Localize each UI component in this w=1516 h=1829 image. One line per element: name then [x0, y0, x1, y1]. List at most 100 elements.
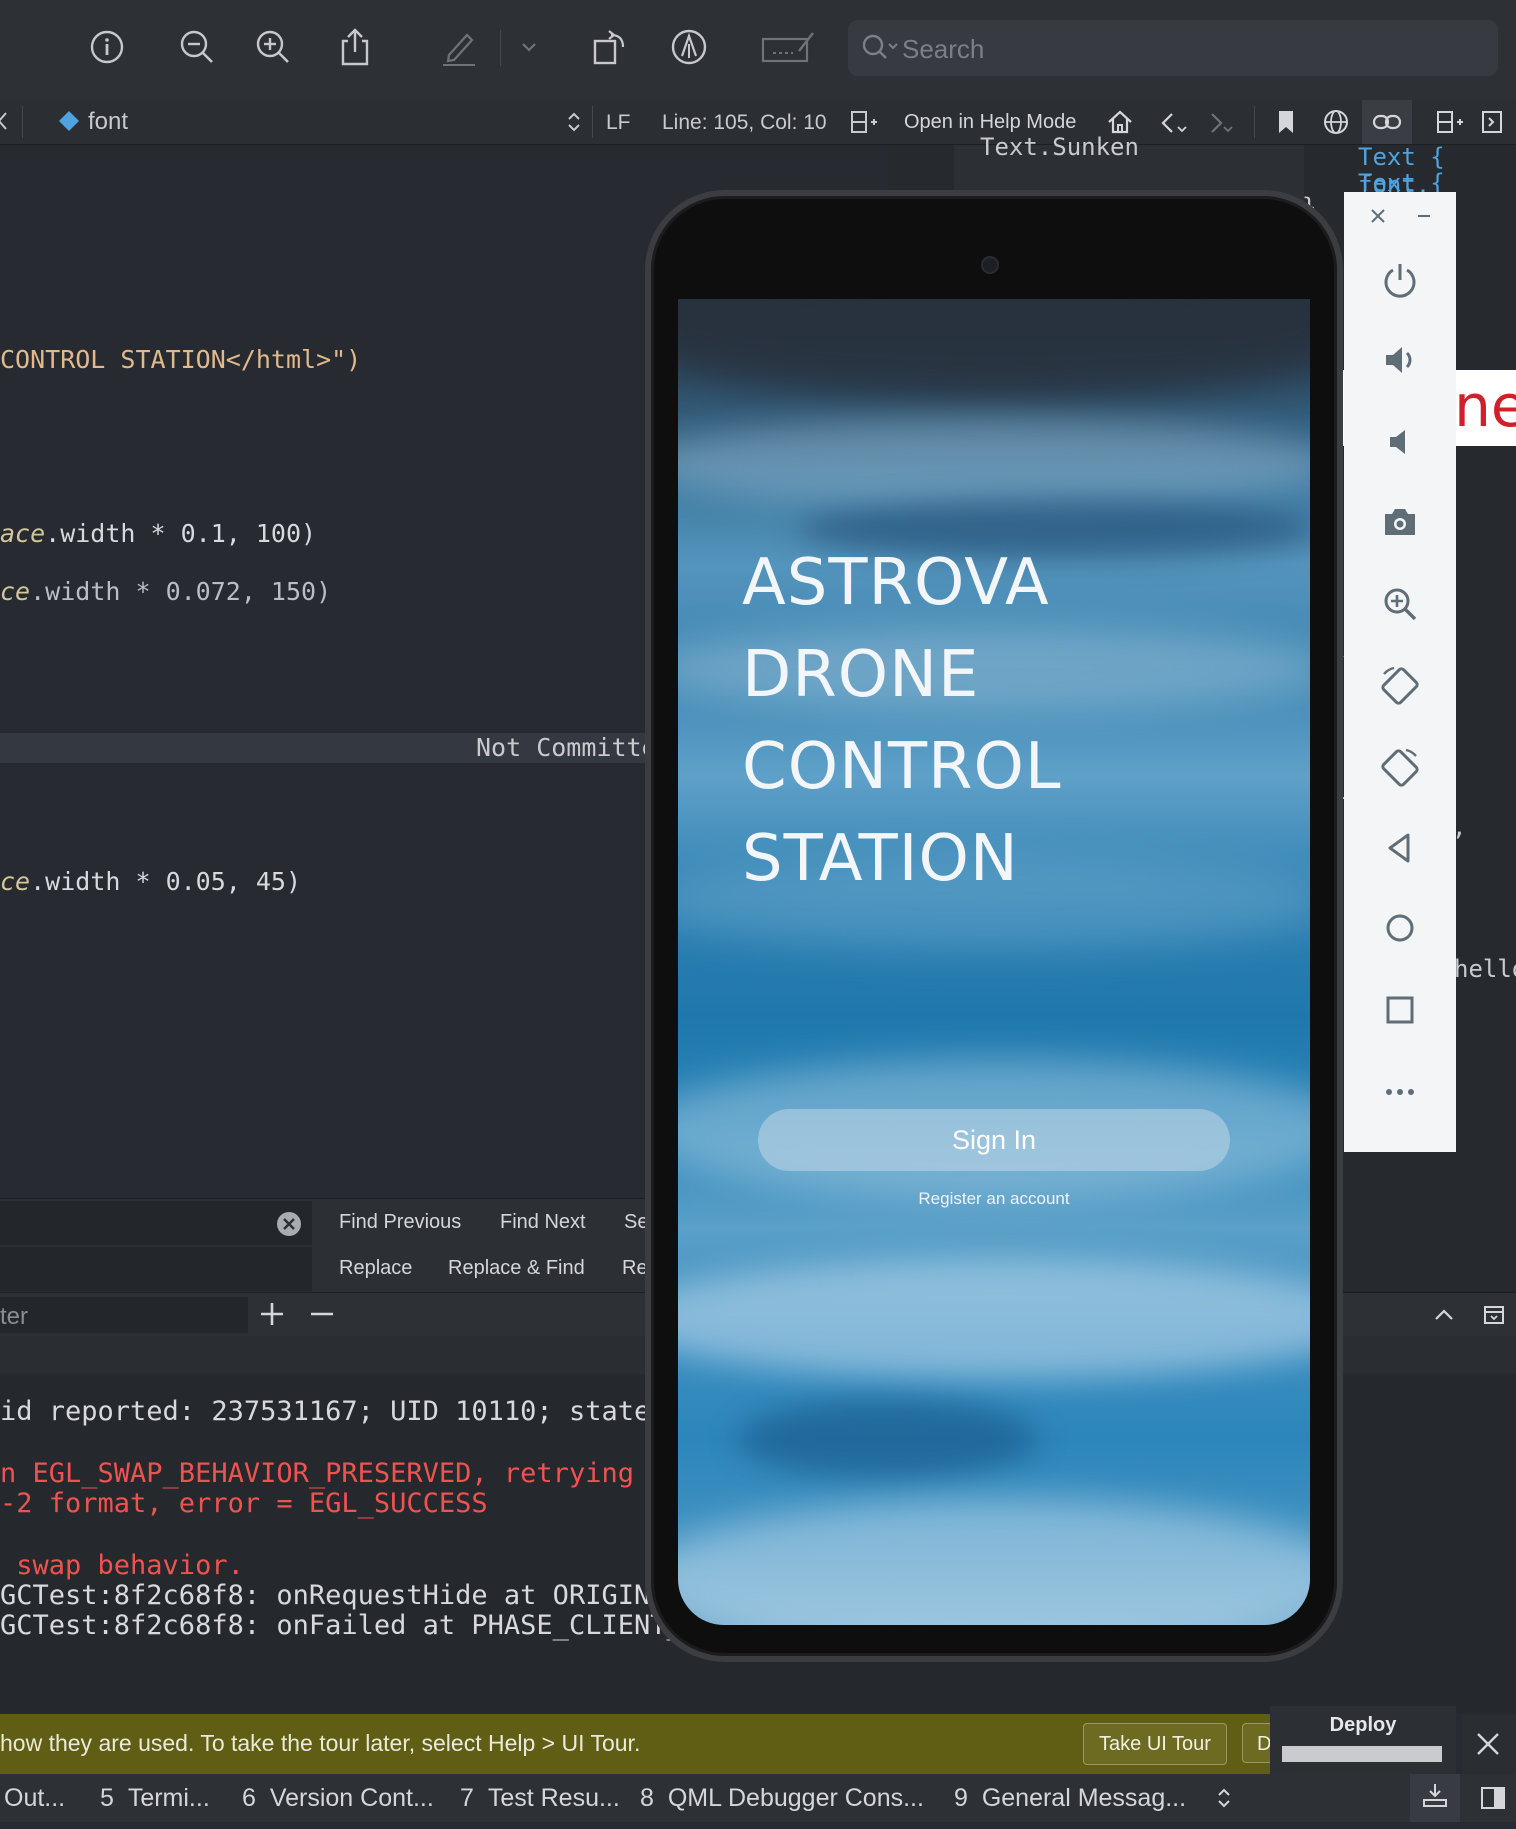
- signature-icon[interactable]: [760, 22, 816, 72]
- sidebar-toggle-icon[interactable]: [1480, 1786, 1506, 1817]
- app-title: ASTROVA DRONE CONTROL STATION: [742, 537, 1062, 905]
- updown-chevron-icon[interactable]: [566, 110, 582, 140]
- zoom-in-icon[interactable]: [248, 22, 298, 72]
- not-committed-label: Not Committe: [476, 733, 657, 762]
- add-icon[interactable]: [258, 1299, 286, 1334]
- filter-input[interactable]: ter: [0, 1297, 248, 1333]
- divider: [592, 106, 593, 138]
- volume-down-icon[interactable]: [1372, 414, 1428, 470]
- line-ending-selector[interactable]: LF: [606, 111, 631, 135]
- code-line: ce.width * 0.072, 150): [0, 577, 331, 606]
- front-camera: [981, 256, 999, 274]
- deploy-progress: Deploy: [1270, 1706, 1456, 1774]
- bookmark-icon[interactable]: [1276, 109, 1296, 141]
- replace-find-button[interactable]: Replace & Find: [448, 1257, 585, 1280]
- zoom-icon[interactable]: [1372, 576, 1428, 632]
- close-sidebar-icon[interactable]: [1480, 109, 1504, 141]
- rotate-right-icon[interactable]: [1372, 740, 1428, 796]
- find-previous-button[interactable]: Find Previous: [339, 1211, 461, 1234]
- globe-icon[interactable]: [1322, 108, 1350, 142]
- forward-icon[interactable]: [1206, 109, 1236, 143]
- current-file-name[interactable]: font: [88, 108, 128, 136]
- link-icon[interactable]: [1362, 100, 1412, 144]
- remove-icon[interactable]: [308, 1299, 336, 1334]
- title-line: DRONE: [742, 638, 980, 712]
- tab-label: Termi...: [127, 1784, 210, 1812]
- close-icon[interactable]: [1368, 206, 1388, 231]
- search-field[interactable]: Search: [848, 20, 1498, 76]
- sign-in-button[interactable]: Sign In: [758, 1109, 1230, 1171]
- back-icon[interactable]: [1158, 109, 1188, 143]
- tab-output[interactable]: Out...: [4, 1784, 65, 1813]
- volume-up-icon[interactable]: [1372, 332, 1428, 388]
- search-placeholder: Search: [902, 34, 985, 64]
- cursor-position[interactable]: Line: 105, Col: 10: [662, 111, 827, 135]
- close-icon: [1474, 1730, 1502, 1763]
- toolbar-divider: [500, 30, 501, 66]
- overview-icon[interactable]: [1372, 982, 1428, 1038]
- find-input[interactable]: [0, 1201, 312, 1245]
- home-icon[interactable]: [1372, 900, 1428, 956]
- tab-general-messages[interactable]: 9 General Messag...: [954, 1784, 1186, 1813]
- file-type-icon: [58, 110, 80, 138]
- markup-icon[interactable]: [434, 22, 484, 72]
- close-banner-button[interactable]: [1462, 1714, 1516, 1774]
- device-screen[interactable]: ASTROVA DRONE CONTROL STATION Sign In Re…: [678, 299, 1310, 1625]
- search-icon: [860, 32, 900, 69]
- replace-input[interactable]: [0, 1247, 312, 1291]
- cloud-shape: [678, 299, 1310, 399]
- android-emulator-device: ASTROVA DRONE CONTROL STATION Sign In Re…: [645, 190, 1343, 1662]
- tab-version-control[interactable]: 6 Version Cont...: [242, 1784, 434, 1813]
- tab-number: 8: [640, 1784, 654, 1812]
- log-line-error: -2 format, error = EGL_SUCCESS: [0, 1488, 488, 1519]
- rotate-left-icon[interactable]: [1372, 658, 1428, 714]
- chevron-down-icon[interactable]: [504, 22, 554, 72]
- annotate-icon[interactable]: [664, 22, 714, 72]
- divider: [22, 106, 23, 138]
- find-replace-bar: Find Previous Find Next Se Replace Repla…: [0, 1198, 650, 1292]
- title-line: STATION: [742, 822, 1019, 896]
- clear-icon[interactable]: [276, 1211, 302, 1242]
- log-line-error: n EGL_SWAP_BEHAVIOR_PRESERVED, retrying …: [0, 1458, 683, 1489]
- rotate-icon[interactable]: [584, 22, 634, 72]
- tab-test-results[interactable]: 7 Test Resu...: [460, 1784, 620, 1813]
- tour-message: how they are used. To take the tour late…: [0, 1730, 641, 1756]
- deploy-progress-bar: [1282, 1746, 1442, 1762]
- cloud-shape: [678, 1259, 1310, 1379]
- code-line: CONTROL STATION</html>"): [0, 345, 361, 374]
- cloud-shape: [678, 419, 1310, 509]
- top-toolbar: Search: [0, 0, 1516, 101]
- split-icon[interactable]: [1436, 109, 1464, 141]
- replace-all-button[interactable]: Re: [622, 1257, 648, 1280]
- log-line: GCTest:8f2c68f8: onRequestHide at ORIGIN…: [0, 1580, 699, 1611]
- tab-terminal[interactable]: 5 Termi...: [100, 1784, 210, 1813]
- maximize-panel-icon[interactable]: [1482, 1303, 1506, 1332]
- progress-toggle-icon[interactable]: [1410, 1774, 1460, 1822]
- tab-label: Out...: [4, 1784, 66, 1812]
- updown-chevron-icon[interactable]: [1216, 1786, 1232, 1817]
- more-icon[interactable]: [1372, 1064, 1428, 1120]
- tab-number: 7: [460, 1784, 474, 1812]
- tab-qml-debugger[interactable]: 8 QML Debugger Cons...: [640, 1784, 924, 1813]
- back-icon[interactable]: [1372, 820, 1428, 876]
- tab-number: 9: [954, 1784, 968, 1812]
- register-link[interactable]: Register an account: [678, 1189, 1310, 1209]
- title-line: ASTROVA: [742, 546, 1050, 620]
- cloud-shape: [738, 1399, 1038, 1479]
- chevron-up-icon[interactable]: [1432, 1303, 1456, 1332]
- divider: [1254, 106, 1255, 138]
- minimize-icon[interactable]: [1414, 206, 1434, 231]
- camera-icon[interactable]: [1372, 494, 1428, 550]
- split-icon[interactable]: [850, 109, 878, 141]
- find-next-button[interactable]: Find Next: [500, 1211, 586, 1234]
- take-ui-tour-button[interactable]: Take UI Tour: [1083, 1723, 1227, 1765]
- info-icon[interactable]: [82, 22, 132, 72]
- power-icon[interactable]: [1372, 252, 1428, 308]
- zoom-out-icon[interactable]: [172, 22, 222, 72]
- chevron-left-icon[interactable]: [0, 108, 10, 140]
- code-identifier: ce: [0, 577, 31, 606]
- open-help-mode-button[interactable]: Open in Help Mode: [904, 111, 1076, 134]
- title-line: CONTROL: [742, 730, 1062, 804]
- share-icon[interactable]: [330, 22, 380, 72]
- replace-button[interactable]: Replace: [339, 1257, 412, 1280]
